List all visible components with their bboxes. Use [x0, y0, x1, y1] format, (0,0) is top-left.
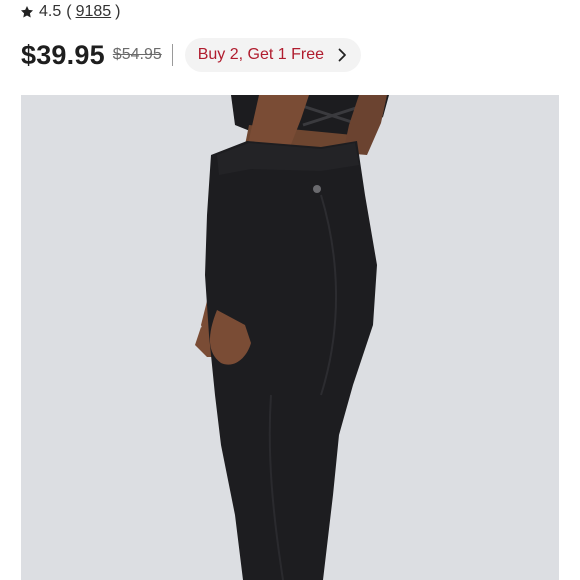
star-icon [20, 6, 34, 18]
rating-value: 4.5 [39, 3, 62, 20]
chevron-right-icon [338, 48, 346, 62]
price-divider [171, 44, 173, 66]
review-count-link[interactable]: 9185 [76, 3, 112, 21]
open-paren: ( [66, 3, 72, 20]
rating-row: 4.5 ( 9185 ) [20, 1, 121, 23]
original-price: $54.95 [112, 46, 162, 63]
product-image[interactable] [21, 95, 559, 580]
product-photo [21, 95, 559, 580]
promo-button[interactable]: Buy 2, Get 1 Free [184, 38, 362, 72]
product-detail-page: 4.5 ( 9185 ) $39.95 $54.95 Buy 2, Get 1 … [0, 0, 580, 580]
price-row: $39.95 $54.95 Buy 2, Get 1 Free [21, 38, 362, 72]
current-price: $39.95 [21, 39, 105, 70]
close-paren: ) [115, 3, 121, 20]
leggings-logo [313, 185, 321, 193]
promo-label: Buy 2, Get 1 Free [197, 46, 325, 63]
